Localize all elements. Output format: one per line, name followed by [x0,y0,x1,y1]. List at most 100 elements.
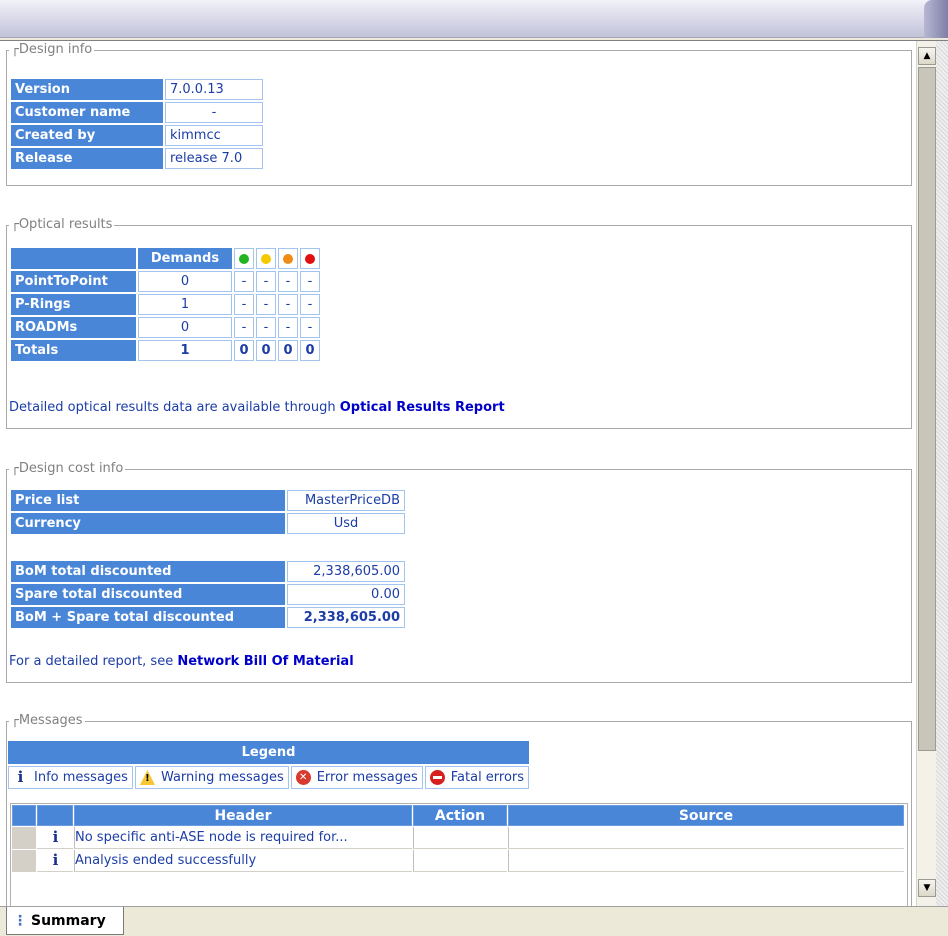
optical-results-report-link[interactable]: Optical Results Report [340,400,505,415]
pointtopoint-status: - [278,271,298,292]
currency-value: Usd [287,513,405,534]
tab-summary-label: Summary [31,912,106,929]
totals-demands: 1 [138,340,232,361]
legend-title: Legend [8,741,530,764]
status-degraded-icon [278,248,298,269]
tab-summary[interactable]: ⋮ Summary [6,907,124,935]
action-column-header[interactable]: Action [413,805,507,826]
source-column-header[interactable]: Source [508,805,904,826]
price-list-table: Price list MasterPriceDB Currency Usd [9,488,407,536]
roadms-label: ROADMs [11,317,136,338]
legend-fatal-label: Fatal errors [450,770,525,785]
bom-totals-table: BoM total discounted 2,338,605.00 Spare … [9,559,407,630]
created-by-label: Created by [11,125,163,146]
currency-label: Currency [11,513,285,534]
bom-spare-total-label: BoM + Spare total discounted [11,607,285,628]
totals-status: 0 [278,340,298,361]
message-row[interactable]: i Analysis ended successfully [12,850,904,872]
title-bar-corner [924,0,948,38]
status-warning-icon [256,248,276,269]
message-icon-cell: i [37,827,73,849]
cost-note-text: For a detailed report, see [9,654,178,669]
messages-legend: Legend i Info messages ! Warning messages … [6,739,531,791]
pointtopoint-status: - [300,271,320,292]
row-selector[interactable] [12,850,36,872]
customer-name-label: Customer name [11,102,163,123]
legend-warning: ! Warning messages [134,766,289,789]
bom-total-value: 2,338,605.00 [287,561,405,582]
p-rings-demands: 1 [138,294,232,315]
status-ok-icon [234,248,254,269]
message-action [413,850,507,872]
messages-grid[interactable]: Header Action Source i No specific anti-… [10,803,908,907]
roadms-demands: 0 [138,317,232,338]
optical-results-note: Detailed optical results data are availa… [9,400,505,415]
message-action [413,827,507,849]
message-header: Analysis ended successfully [74,850,412,872]
warning-icon: ! [139,770,155,785]
optical-results-title: Optical results [9,217,115,233]
splitter-strip[interactable] [936,41,948,907]
optical-corner-cell [11,248,136,269]
spare-total-value: 0.00 [287,584,405,605]
optical-results-group: Optical results Demands PointToPoint 0 -… [6,217,912,429]
demands-header: Demands [138,248,232,269]
version-label: Version [11,79,163,100]
info-icon: i [52,851,59,869]
p-rings-status: - [256,294,276,315]
legend-error-label: Error messages [316,770,418,785]
legend-error: ✕ Error messages [290,766,423,789]
optical-results-table: Demands PointToPoint 0 - - - - P-Rings 1 [9,246,322,363]
release-label: Release [11,148,163,169]
scrollbar-thumb[interactable] [918,67,936,751]
legend-info: i Info messages [8,766,133,789]
icon-column-header [37,805,73,826]
messages-table: Header Action Source i No specific anti-… [11,804,905,873]
info-icon: i [52,828,59,846]
message-header: No specific anti-ASE node is required fo… [74,827,412,849]
version-value: 7.0.0.13 [165,79,263,100]
message-row[interactable]: i No specific anti-ASE node is required … [12,827,904,849]
summary-panel: Design info Version 7.0.0.13 Customer na… [0,40,948,907]
error-icon: ✕ [295,770,311,785]
legend-fatal: Fatal errors [424,766,530,789]
pointtopoint-demands: 0 [138,271,232,292]
row-selector[interactable] [12,827,36,849]
scroll-down-arrow-icon[interactable]: ▼ [918,879,936,897]
legend-warning-label: Warning messages [160,770,284,785]
info-icon: i [17,768,24,786]
created-by-value: kimmcc [165,125,263,146]
cost-note: For a detailed report, see Network Bill … [9,654,354,669]
design-cost-title: Design cost info [9,461,126,477]
legend-info-label: Info messages [34,770,128,785]
fatal-error-icon [429,770,445,785]
message-source [508,850,904,872]
totals-status: 0 [234,340,254,361]
customer-name-value: - [165,102,263,123]
row-selector-header [12,805,36,826]
design-info-group: Design info Version 7.0.0.13 Customer na… [6,42,912,186]
spare-total-label: Spare total discounted [11,584,285,605]
vertical-scrollbar[interactable]: ▲ ▼ [916,41,936,907]
tab-bar: ⋮ Summary [0,906,948,936]
roadms-status: - [234,317,254,338]
totals-status: 0 [256,340,276,361]
pointtopoint-status: - [256,271,276,292]
scroll-up-arrow-icon[interactable]: ▲ [918,47,936,65]
totals-status: 0 [300,340,320,361]
p-rings-label: P-Rings [11,294,136,315]
message-source [508,827,904,849]
tab-grip-icon: ⋮ [13,912,27,929]
messages-title: Messages [9,713,85,729]
p-rings-status: - [234,294,254,315]
price-list-value: MasterPriceDB [287,490,405,511]
summary-content: Design info Version 7.0.0.13 Customer na… [0,41,916,907]
network-bill-of-material-link[interactable]: Network Bill Of Material [177,654,353,669]
optical-note-text: Detailed optical results data are availa… [9,400,340,415]
p-rings-status: - [278,294,298,315]
pointtopoint-label: PointToPoint [11,271,136,292]
header-column-header[interactable]: Header [74,805,412,826]
roadms-status: - [300,317,320,338]
message-icon-cell: i [37,850,73,872]
roadms-status: - [256,317,276,338]
